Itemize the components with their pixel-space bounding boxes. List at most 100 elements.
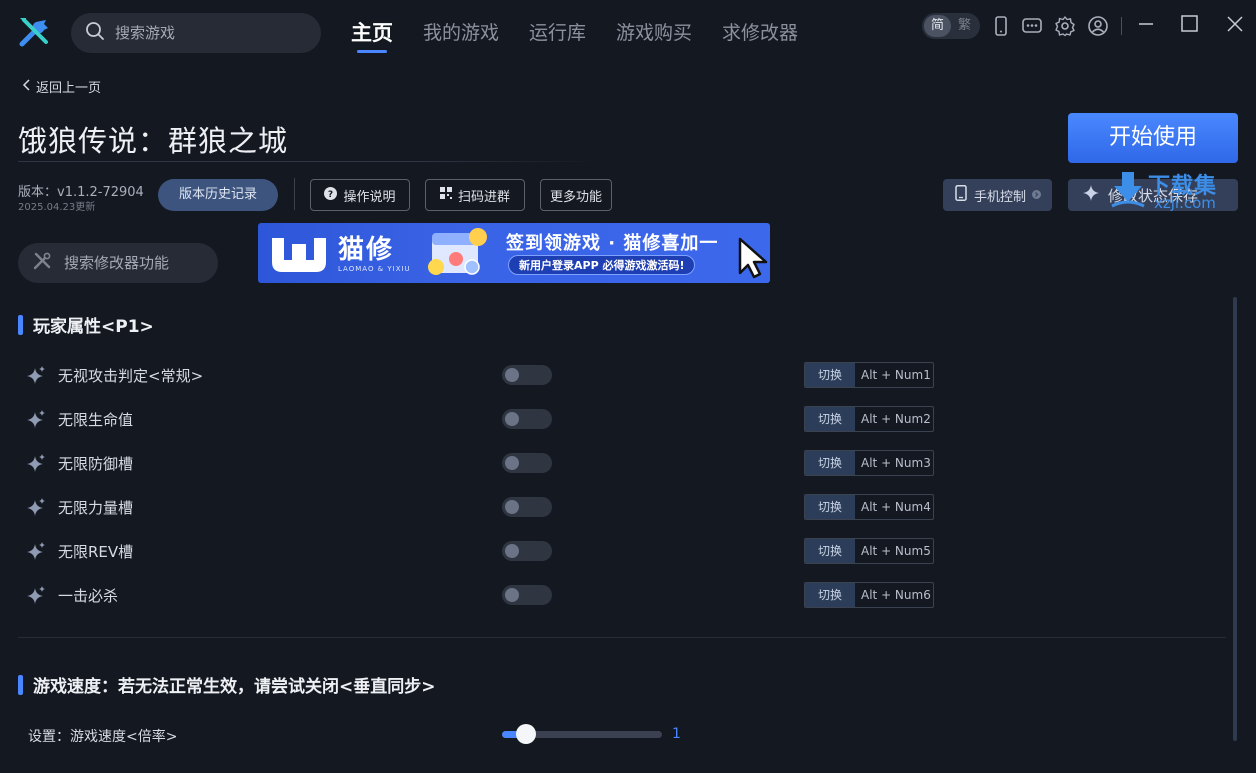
chevron-left-icon <box>22 78 32 95</box>
toggle-knob <box>505 368 519 382</box>
cheat-toggle[interactable] <box>502 585 552 605</box>
phone-control-label: 手机控制 <box>973 189 1026 205</box>
cheat-toggle[interactable] <box>502 497 552 517</box>
main-nav: 主页 我的游戏 运行库 游戏购买 求修改器 <box>351 18 828 53</box>
scrollbar[interactable] <box>1233 297 1237 741</box>
toggle-knob <box>505 588 519 602</box>
hotkey-keys[interactable]: Alt + Num6 <box>855 583 933 607</box>
speed-slider-label: 设置：游戏速度<倍率> <box>28 729 178 745</box>
section-divider <box>18 637 1226 638</box>
promo-banner[interactable]: 猫修 LAOMAO & YIXIU 签到领游戏 · 猫修喜加一 新用户登录APP… <box>258 223 770 283</box>
language-toggle[interactable]: 简 繁 <box>922 13 980 39</box>
cheat-label: 无限力量槽 <box>58 498 134 517</box>
cheat-toggle[interactable] <box>502 409 552 429</box>
qr-code-icon <box>439 187 452 203</box>
cheat-toggle[interactable] <box>502 453 552 473</box>
section-accent-bar <box>18 314 23 335</box>
hotkey-keys[interactable]: Alt + Num2 <box>855 407 933 431</box>
hotkey-switch-button[interactable]: 切换 <box>805 495 855 519</box>
tab-runtime-library[interactable]: 运行库 <box>529 18 586 50</box>
cheat-row: 无视攻击判定<常规> 切换 Alt + Num1 <box>26 360 936 390</box>
version-history-button[interactable]: 版本历史记录 <box>158 179 278 211</box>
hotkey-group: 切换 Alt + Num1 <box>804 362 934 388</box>
sparkle-icon <box>27 366 45 384</box>
hotkey-group: 切换 Alt + Num5 <box>804 538 934 564</box>
message-icon[interactable] <box>1021 15 1043 37</box>
user-icon[interactable] <box>1087 15 1109 37</box>
cheat-row: 一击必杀 切换 Alt + Num6 <box>26 580 936 610</box>
more-features-button[interactable]: 更多功能 <box>540 179 612 211</box>
svg-text:?: ? <box>328 190 333 200</box>
hotkey-group: 切换 Alt + Num4 <box>804 494 934 520</box>
phone-control-button[interactable]: 手机控制 <box>943 179 1052 211</box>
topbar-divider <box>1121 17 1122 35</box>
watermark: 下载集 xzji.com <box>1106 168 1246 214</box>
section-title-speed-text: 游戏速度：若无法正常生效，请尝试关闭<垂直同步> <box>33 677 436 697</box>
toggle-knob <box>505 544 519 558</box>
speed-slider-value: 1 <box>672 726 681 742</box>
cursor-arrow-icon <box>738 237 768 279</box>
minimize-icon[interactable] <box>1134 12 1158 36</box>
sparkle-icon <box>1082 184 1100 206</box>
sparkle-icon <box>27 410 45 428</box>
gear-icon[interactable] <box>1054 15 1076 37</box>
search-icon <box>85 21 105 45</box>
watermark-sub: xzji.com <box>1154 194 1216 212</box>
cheat-toggle[interactable] <box>502 365 552 385</box>
cheat-label: 无限生命值 <box>58 410 134 429</box>
back-link-label: 返回上一页 <box>36 81 102 96</box>
close-icon[interactable] <box>1223 12 1247 36</box>
cheat-label: 无限REV槽 <box>58 542 134 561</box>
game-title: 饿狼传说：群狼之城 <box>18 124 289 158</box>
hotkey-switch-button[interactable]: 切换 <box>805 539 855 563</box>
hotkey-switch-button[interactable]: 切换 <box>805 363 855 387</box>
banner-gift-icon <box>428 228 487 275</box>
tab-home[interactable]: 主页 <box>351 18 393 53</box>
hotkey-keys[interactable]: Alt + Num3 <box>855 451 933 475</box>
feature-search-box[interactable] <box>18 243 218 283</box>
banner-brand-sub: LAOMAO & YIXIU <box>338 265 411 273</box>
hotkey-keys[interactable]: Alt + Num5 <box>855 539 933 563</box>
scan-group-label: 扫码进群 <box>457 189 510 205</box>
cheat-row: 无限力量槽 切换 Alt + Num4 <box>26 492 936 522</box>
hotkey-group: 切换 Alt + Num3 <box>804 450 934 476</box>
banner-headline: 签到领游戏 · 猫修喜加一 <box>506 233 719 254</box>
phone-control-icon <box>954 185 968 205</box>
hotkey-keys[interactable]: Alt + Num1 <box>855 363 933 387</box>
sparkle-icon <box>27 454 45 472</box>
banner-brand: 猫修 <box>338 235 395 265</box>
hotkey-switch-button[interactable]: 切换 <box>805 451 855 475</box>
feature-search-input[interactable] <box>64 254 204 272</box>
toggle-knob <box>505 412 519 426</box>
start-button[interactable]: 开始使用 <box>1068 113 1238 163</box>
manual-button[interactable]: ? 操作说明 <box>310 179 410 211</box>
hotkey-switch-button[interactable]: 切换 <box>805 583 855 607</box>
tab-my-games[interactable]: 我的游戏 <box>423 18 499 50</box>
info-dot-icon <box>1032 188 1041 203</box>
lang-traditional[interactable]: 繁 <box>951 15 978 37</box>
cheat-label: 无视攻击判定<常规> <box>58 366 204 385</box>
sparkle-icon <box>27 498 45 516</box>
section-title-player: 玩家属性<P1> <box>18 312 154 337</box>
hotkey-keys[interactable]: Alt + Num4 <box>855 495 933 519</box>
cheat-toggle[interactable] <box>502 541 552 561</box>
back-link[interactable]: 返回上一页 <box>22 77 101 96</box>
toggle-knob <box>505 456 519 470</box>
game-search-input[interactable] <box>115 24 295 42</box>
banner-logo-icon <box>272 238 326 272</box>
tab-game-purchase[interactable]: 游戏购买 <box>616 18 692 50</box>
scan-group-button[interactable]: 扫码进群 <box>425 179 525 211</box>
header-divider <box>294 178 295 210</box>
lang-simplified[interactable]: 简 <box>924 15 951 37</box>
hotkey-switch-button[interactable]: 切换 <box>805 407 855 431</box>
tab-request-trainer[interactable]: 求修改器 <box>722 18 798 50</box>
sparkle-icon <box>27 542 45 560</box>
game-search-box[interactable] <box>71 13 321 53</box>
maximize-icon[interactable] <box>1178 12 1202 36</box>
speed-slider-knob[interactable] <box>516 724 536 744</box>
phone-icon[interactable] <box>990 15 1012 37</box>
cheat-label: 无限防御槽 <box>58 454 134 473</box>
toggle-knob <box>505 500 519 514</box>
manual-button-label: 操作说明 <box>343 189 396 205</box>
section-title-speed: 游戏速度：若无法正常生效，请尝试关闭<垂直同步> <box>18 672 436 697</box>
